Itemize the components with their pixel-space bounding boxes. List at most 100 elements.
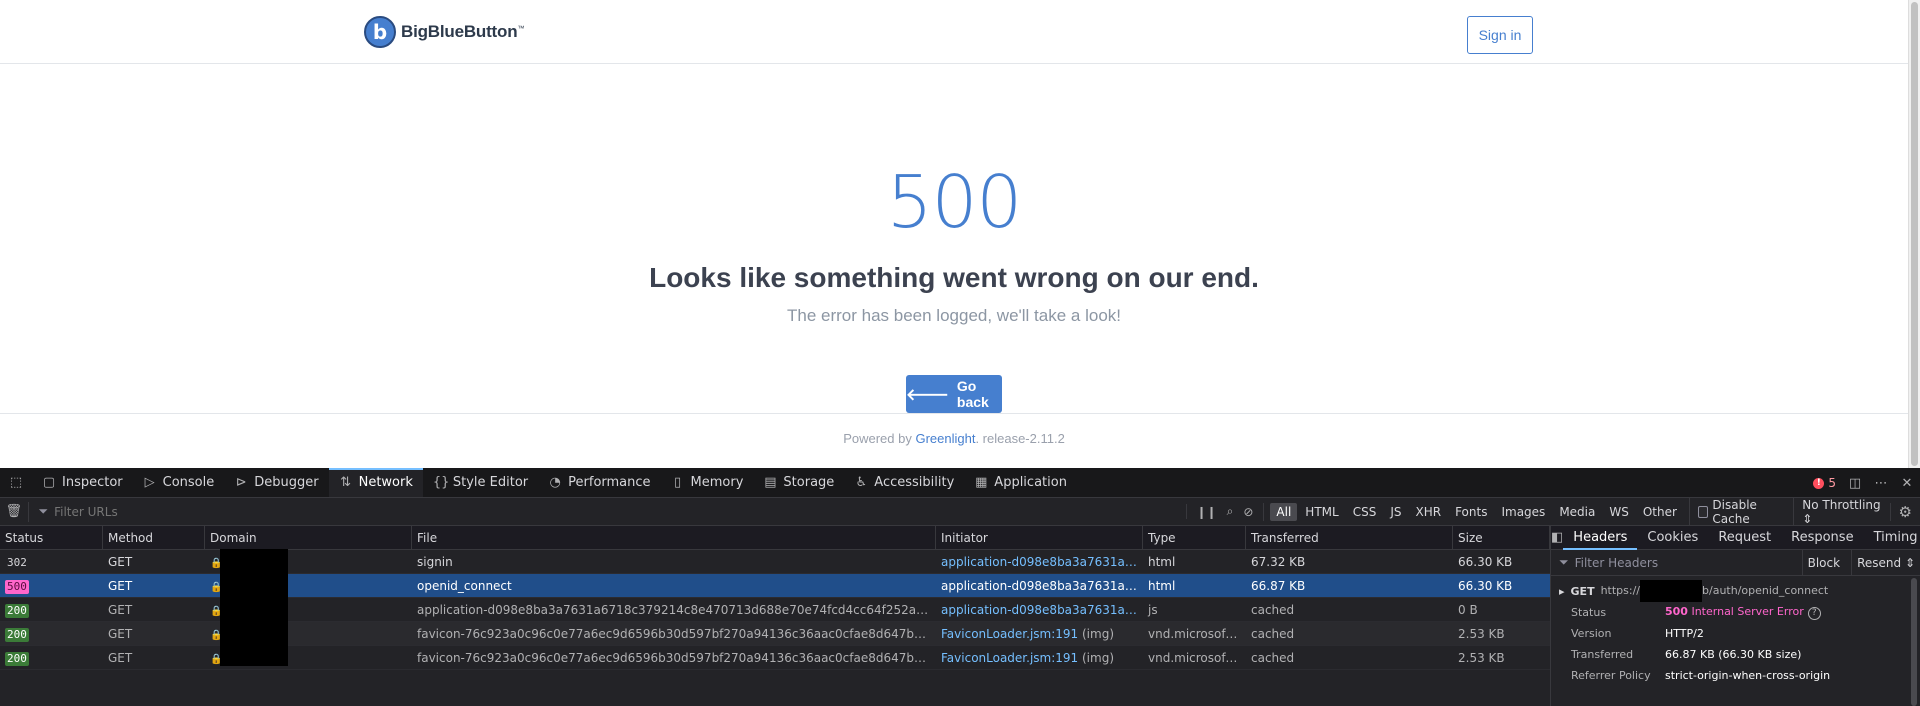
- transferred-cell: 67.32 KB: [1251, 555, 1306, 569]
- clear-requests-icon[interactable]: 🗑: [0, 504, 28, 519]
- dock-side-icon[interactable]: ◫: [1848, 476, 1862, 491]
- filter-images[interactable]: Images: [1495, 503, 1551, 521]
- gear-icon[interactable]: ⚙: [1889, 502, 1920, 521]
- filter-urls-field[interactable]: ⏷: [27, 501, 1186, 522]
- page-scrollbar-thumb[interactable]: [1911, 2, 1918, 466]
- status-cell: 200: [0, 646, 103, 669]
- filter-media[interactable]: Media: [1553, 503, 1601, 521]
- tab-response[interactable]: Response: [1781, 526, 1863, 550]
- initiator-link[interactable]: FaviconLoader.jsm:191 (img): [936, 646, 1143, 669]
- file-cell: application-d098e8ba3a7631a6718c379214c8…: [417, 603, 936, 617]
- filter-fonts[interactable]: Fonts: [1449, 503, 1493, 521]
- filter-other[interactable]: Other: [1637, 503, 1683, 521]
- error-code: 500: [886, 160, 1022, 244]
- filter-ws[interactable]: WS: [1603, 503, 1634, 521]
- more-options-icon[interactable]: ⋯: [1874, 476, 1888, 491]
- initiator-suffix: (img): [1078, 651, 1115, 665]
- transferred-cell: cached: [1251, 603, 1295, 617]
- search-icon[interactable]: ⌕: [1227, 504, 1234, 519]
- initiator-link[interactable]: application-d098e8ba3a7631a6718c...: [936, 574, 1143, 597]
- greenlight-link[interactable]: Greenlight: [915, 431, 975, 446]
- method-cell: GET: [108, 651, 133, 665]
- transferred-cell: 66.87 KB: [1251, 579, 1306, 593]
- tab-console[interactable]: ▷ Console: [133, 468, 225, 497]
- performance-icon: ◔: [549, 475, 561, 490]
- tab-performance[interactable]: ◔ Performance: [538, 468, 660, 497]
- initiator-link[interactable]: application-d098e8ba3a7631a6718c...: [936, 598, 1143, 621]
- details-scrollbar[interactable]: [1911, 578, 1919, 706]
- tab-label: Performance: [568, 475, 651, 490]
- disable-cache-checkbox[interactable]: Disable Cache: [1688, 497, 1793, 526]
- debugger-icon: ⊳: [235, 475, 247, 490]
- column-header[interactable]: File: [412, 526, 936, 549]
- resend-button[interactable]: Resend ⇕: [1851, 549, 1920, 576]
- method-cell: GET: [108, 627, 133, 641]
- status-badge: 500: [5, 580, 29, 594]
- tab-timing[interactable]: Timing: [1864, 526, 1920, 550]
- filter-headers-field[interactable]: ⏷ Filter Headers Block Resend ⇕: [1551, 549, 1920, 576]
- initiator-link[interactable]: FaviconLoader.jsm:191 (img): [936, 622, 1143, 645]
- toggle-panel-icon[interactable]: ◧: [1551, 530, 1563, 545]
- tab-request[interactable]: Request: [1708, 526, 1781, 550]
- page-scrollbar[interactable]: [1908, 0, 1920, 468]
- element-picker-button[interactable]: ⬚: [0, 468, 32, 497]
- tab-style-editor[interactable]: {} Style Editor: [423, 468, 538, 497]
- filter-js[interactable]: JS: [1384, 503, 1407, 521]
- disable-cache-label: Disable Cache: [1712, 497, 1757, 526]
- field-value: 500 Internal Server Error?: [1665, 605, 1821, 620]
- filter-all[interactable]: All: [1270, 502, 1298, 521]
- bigbluebutton-logo-icon: b: [364, 16, 396, 48]
- accessibility-icon: ♿: [855, 475, 868, 490]
- go-back-button[interactable]: 🡐 Go back: [906, 375, 1002, 413]
- tab-debugger[interactable]: ⊳ Debugger: [224, 468, 328, 497]
- column-header[interactable]: Size: [1453, 526, 1550, 549]
- initiator-link[interactable]: application-d098e8ba3a7631a6718c...: [936, 550, 1143, 573]
- field-key: Status: [1571, 606, 1607, 619]
- tab-memory[interactable]: ▯ Memory: [661, 468, 754, 497]
- style-editor-icon: {}: [432, 475, 450, 490]
- arrow-left-icon: 🡐: [906, 386, 949, 404]
- network-toolbar: 🗑 ⏷ ❙❙ ⌕ ⊘ All HTML CSS JS XHR Fonts Ima…: [0, 497, 1920, 526]
- resend-label: Resend: [1857, 555, 1902, 570]
- tab-application[interactable]: ▦ Application: [964, 468, 1077, 497]
- request-summary[interactable]: ▸ GET https:// b/auth/openid_connect: [1559, 580, 1920, 602]
- error-title: Looks like something went wrong on our e…: [649, 262, 1259, 293]
- column-header[interactable]: Transferred: [1246, 526, 1453, 549]
- status-badge: 200: [5, 604, 29, 618]
- status-badge: 200: [5, 628, 29, 642]
- filter-urls-input[interactable]: [54, 504, 1055, 519]
- pause-icon[interactable]: ❙❙: [1197, 505, 1217, 519]
- column-header[interactable]: Method: [103, 526, 205, 549]
- web-page: b BigBlueButton™ Sign in 500 Looks like …: [0, 0, 1908, 468]
- column-header[interactable]: Initiator: [936, 526, 1143, 549]
- size-cell: 0 B: [1458, 603, 1478, 617]
- tab-storage[interactable]: ▤ Storage: [753, 468, 844, 497]
- tab-headers[interactable]: Headers: [1563, 526, 1638, 550]
- block-button[interactable]: Block: [1801, 549, 1845, 576]
- site-footer: Powered by Greenlight. release-2.11.2: [0, 413, 1908, 468]
- filter-xhr[interactable]: XHR: [1409, 503, 1447, 521]
- devtools-panel: ⬚ ▢ Inspector ▷ Console ⊳ Debugger ⇅ Network…: [0, 468, 1920, 706]
- tab-cookies[interactable]: Cookies: [1637, 526, 1708, 550]
- type-cell: html: [1148, 579, 1176, 593]
- field-key: Transferred: [1571, 648, 1634, 661]
- help-icon[interactable]: ?: [1807, 607, 1821, 620]
- filter-html[interactable]: HTML: [1299, 503, 1344, 521]
- close-icon[interactable]: ✕: [1900, 476, 1914, 491]
- details-scrollbar-thumb[interactable]: [1911, 578, 1917, 706]
- tab-accessibility[interactable]: ♿ Accessibility: [844, 468, 964, 497]
- filter-css[interactable]: CSS: [1347, 503, 1383, 521]
- column-header[interactable]: Type: [1143, 526, 1246, 549]
- sign-in-button[interactable]: Sign in: [1467, 16, 1533, 54]
- error-count-badge[interactable]: ! 5: [1813, 476, 1836, 490]
- column-header[interactable]: Status: [0, 526, 103, 549]
- throttling-select[interactable]: No Throttling ⇕: [1793, 497, 1889, 526]
- column-header[interactable]: Domain: [205, 526, 412, 549]
- application-icon: ▦: [975, 475, 988, 490]
- tab-inspector[interactable]: ▢ Inspector: [32, 468, 133, 497]
- block-icon[interactable]: ⊘: [1243, 505, 1253, 519]
- checkbox-icon: [1697, 505, 1709, 518]
- tab-network[interactable]: ⇅ Network: [328, 468, 424, 497]
- brand-logo[interactable]: b BigBlueButton™: [364, 16, 524, 48]
- file-cell: favicon-76c923a0c96c0e77a6ec9d6596b30d59…: [417, 651, 936, 665]
